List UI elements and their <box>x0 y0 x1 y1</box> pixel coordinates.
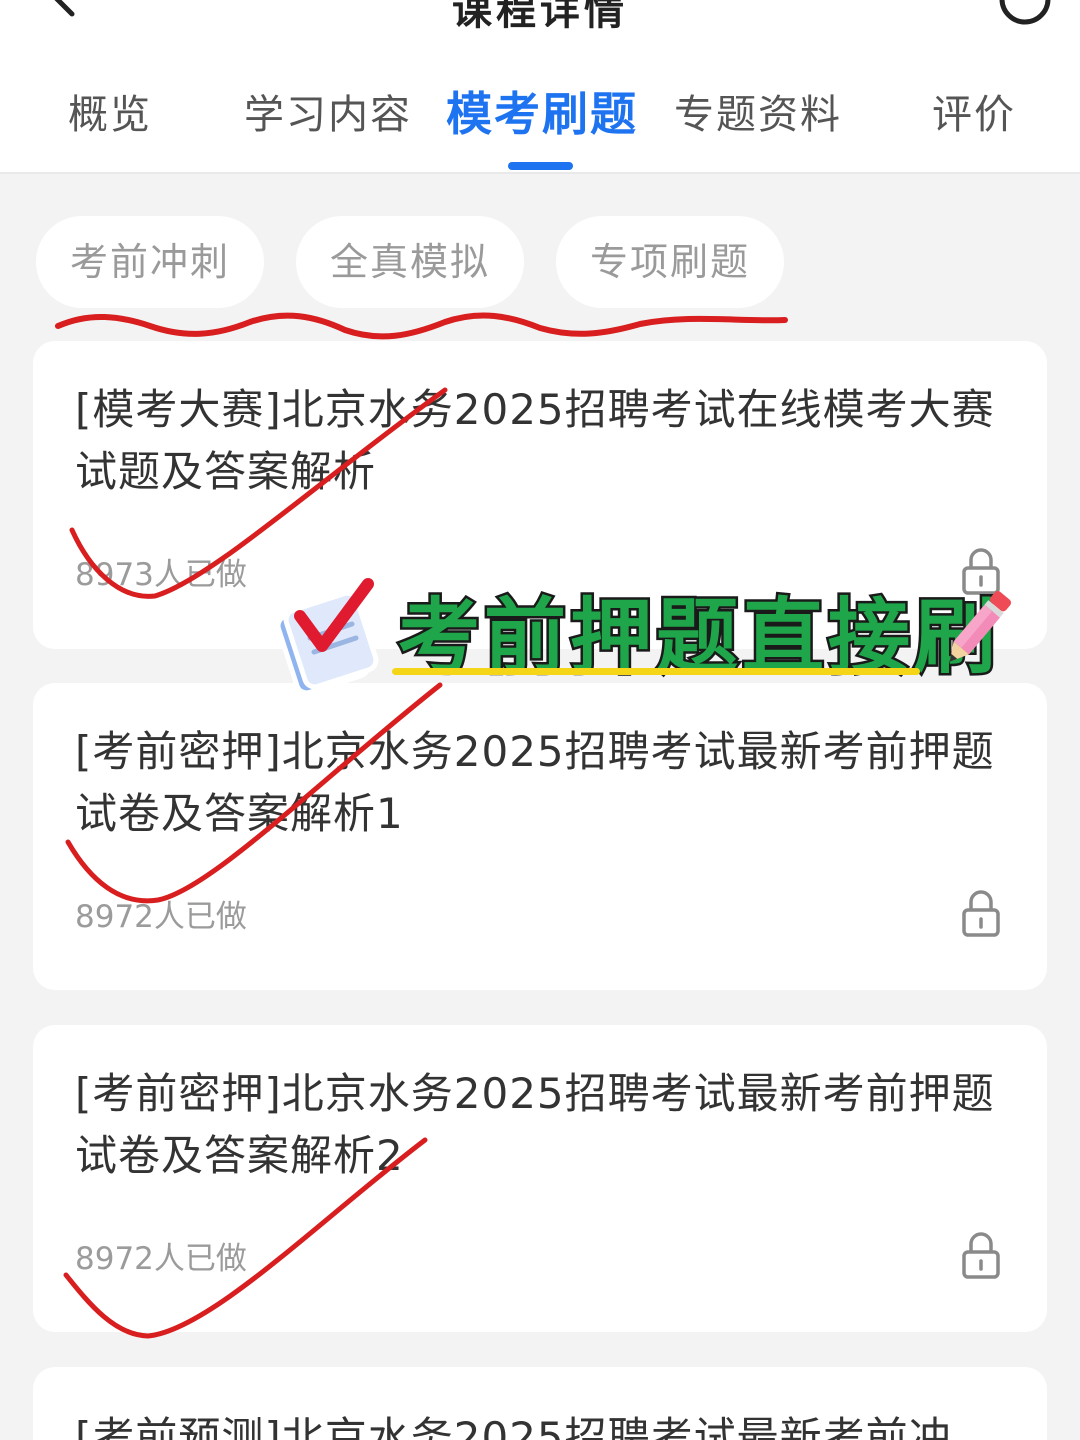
card-participant-count: 8973人已做 <box>75 557 247 593</box>
pencil-icon <box>949 591 1012 662</box>
tab-mock-exam[interactable]: 模考刷题 <box>446 78 638 144</box>
exam-card[interactable]: [考前预测]北京水务2025招聘考试最新考前冲 <box>33 1367 1047 1440</box>
card-title: [考前密押]北京水务2025招聘考试最新考前押题试卷及答案解析1 <box>75 727 995 838</box>
exam-card[interactable]: [考前密押]北京水务2025招聘考试最新考前押题试卷及答案解析1 8972人已做 <box>33 683 1047 990</box>
chip-pre-exam-sprint[interactable]: 考前冲刺 <box>36 216 264 308</box>
chip-special-practice[interactable]: 专项刷题 <box>556 216 784 308</box>
card-title: [考前密押]北京水务2025招聘考试最新考前押题试卷及答案解析2 <box>75 1069 995 1180</box>
exam-card[interactable]: [考前密押]北京水务2025招聘考试最新考前押题试卷及答案解析2 8972人已做 <box>33 1025 1047 1332</box>
card-title: [模考大赛]北京水务2025招聘考试在线模考大赛试题及答案解析 <box>75 385 995 496</box>
card-participant-count: 8972人已做 <box>75 899 247 935</box>
lock-icon <box>962 1232 1000 1279</box>
chip-full-simulation[interactable]: 全真模拟 <box>296 216 524 308</box>
active-tab-indicator <box>508 162 573 170</box>
lock-icon <box>962 890 1000 937</box>
top-bar: 课程详情 概览 学习内容 模考刷题 专题资料 评价 <box>0 0 1080 174</box>
tab-overview[interactable]: 概览 <box>68 82 152 140</box>
tab-topic-materials[interactable]: 专题资料 <box>674 82 842 140</box>
banner-underline <box>392 668 920 675</box>
checklist-document-icon <box>275 578 379 694</box>
circle-more-icon[interactable] <box>998 0 1052 26</box>
page-title: 课程详情 <box>452 0 628 34</box>
card-participant-count: 8972人已做 <box>75 1241 247 1277</box>
tab-learning-content[interactable]: 学习内容 <box>244 82 412 140</box>
card-title: [考前预测]北京水务2025招聘考试最新考前冲 <box>75 1413 952 1440</box>
tab-reviews[interactable]: 评价 <box>932 82 1016 140</box>
